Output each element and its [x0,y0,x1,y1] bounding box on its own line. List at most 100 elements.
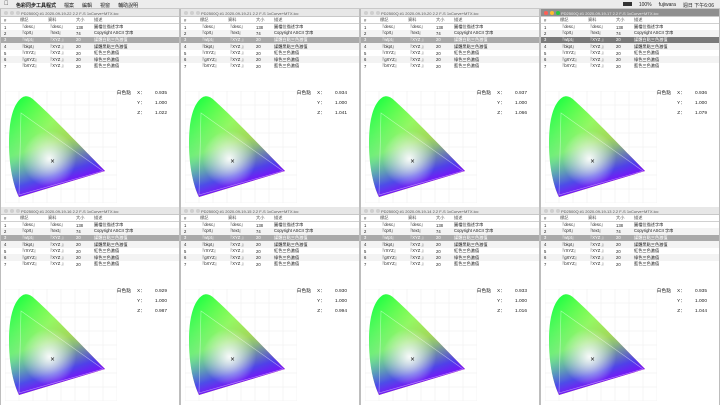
window-titlebar[interactable]: PD2500Q #1 2020-09-19-21 2.2 F-S 1xCurve… [181,9,359,17]
table-row[interactable]: 6 『gXYZ』 『XYZ 』 20 綠色三色激值 [1,56,179,64]
table-row[interactable]: 5 『rXYZ』 『XYZ 』 20 紅色三色激值 [1,50,179,57]
table-row[interactable]: 1 『desc』 『desc』 138 圖檔位描述字串 [361,222,539,229]
zoom-button[interactable] [376,11,380,15]
zoom-button[interactable] [16,11,20,15]
minimize-button[interactable] [190,11,194,15]
zoom-button[interactable] [16,209,20,213]
close-button[interactable] [544,209,548,213]
table-row[interactable]: 2 『cprt』 『text』 74 Copyright ASCII 字串 [361,30,539,37]
profile-window[interactable]: PD2500Q #1 2020-09-19-17 2.2 F-S 1xCurve… [540,9,720,207]
table-row[interactable]: 7 『bXYZ』 『XYZ 』 20 藍色三色激值 [541,63,719,70]
window-titlebar[interactable]: PD2500Q #1 2020-09-19-16 2.2 F-S 1xCurve… [1,207,179,215]
table-row[interactable]: 1 『desc』 『desc』 138 圖檔位描述字串 [1,24,179,31]
table-row[interactable]: 6 『gXYZ』 『XYZ 』 20 綠色三色激值 [361,56,539,64]
table-row[interactable]: 6 『gXYZ』 『XYZ 』 20 綠色三色激值 [1,254,179,262]
table-row[interactable]: 3 『wtpt』 『XYZ 』 20 媒體白點三色激值 [1,36,179,44]
table-row[interactable]: 3 『wtpt』 『XYZ 』 20 媒體白點三色激值 [181,234,359,242]
table-row[interactable]: 5 『rXYZ』 『XYZ 』 20 紅色三色激值 [361,50,539,57]
table-row[interactable]: 3 『wtpt』 『XYZ 』 20 媒體白點三色激值 [541,36,719,44]
menu-item-3[interactable]: 視窗 [100,2,110,9]
menu-item-4[interactable]: 輔助說明 [118,2,138,9]
table-row[interactable]: 3 『wtpt』 『XYZ 』 20 媒體白點三色激值 [361,234,539,242]
table-row[interactable]: 4 『bkpt』 『XYZ 』 20 媒體黑點三色激值 [181,43,359,50]
table-row[interactable]: 4 『bkpt』 『XYZ 』 20 媒體黑點三色激值 [181,241,359,248]
minimize-button[interactable] [370,11,374,15]
close-button[interactable] [364,11,368,15]
close-button[interactable] [4,209,8,213]
battery-icon[interactable] [622,2,632,9]
table-row[interactable]: 1 『desc』 『desc』 138 圖檔位描述字串 [181,24,359,31]
close-button[interactable] [544,11,548,15]
table-row[interactable]: 1 『desc』 『desc』 138 圖檔位描述字串 [181,222,359,229]
close-button[interactable] [184,11,188,15]
menu-item-0[interactable]: 色彩同步工具程式 [16,2,56,9]
apple-icon[interactable]:  [4,1,9,7]
table-row[interactable]: 2 『cprt』 『text』 74 Copyright ASCII 字串 [541,228,719,235]
minimize-button[interactable] [370,209,374,213]
table-row[interactable]: 2 『cprt』 『text』 74 Copyright ASCII 字串 [181,30,359,37]
table-row[interactable]: 5 『rXYZ』 『XYZ 』 20 紅色三色激值 [361,248,539,255]
table-row[interactable]: 4 『bkpt』 『XYZ 』 20 媒體黑點三色激值 [361,241,539,248]
table-row[interactable]: 6 『gXYZ』 『XYZ 』 20 綠色三色激值 [361,254,539,262]
table-row[interactable]: 2 『cprt』 『text』 74 Copyright ASCII 字串 [1,228,179,235]
table-row[interactable]: 6 『gXYZ』 『XYZ 』 20 綠色三色激值 [181,254,359,262]
minimize-button[interactable] [550,11,554,15]
table-row[interactable]: 4 『bkpt』 『XYZ 』 20 媒體黑點三色激值 [1,43,179,50]
table-row[interactable]: 1 『desc』 『desc』 138 圖檔位描述字串 [1,222,179,229]
minimize-button[interactable] [190,209,194,213]
menu-item-2[interactable]: 編輯 [82,2,92,9]
table-row[interactable]: 6 『gXYZ』 『XYZ 』 20 綠色三色激值 [541,56,719,64]
table-row[interactable]: 7 『bXYZ』 『XYZ 』 20 藍色三色激值 [541,261,719,268]
table-row[interactable]: 7 『bXYZ』 『XYZ 』 20 藍色三色激值 [1,261,179,268]
table-row[interactable]: 7 『bXYZ』 『XYZ 』 20 藍色三色激值 [361,63,539,70]
table-row[interactable]: 1 『desc』 『desc』 138 圖檔位描述字串 [541,24,719,31]
profile-window[interactable]: PD2500Q #1 2020-09-19-16 2.2 F-S 1xCurve… [0,207,180,405]
clock[interactable]: 週日 下午6:06 [683,2,714,9]
table-row[interactable]: 2 『cprt』 『text』 74 Copyright ASCII 字串 [361,228,539,235]
zoom-button[interactable] [556,11,560,15]
profile-window[interactable]: PD2500Q #1 2020-09-19-21 2.2 F-S 1xCurve… [180,9,360,207]
table-row[interactable]: 3 『wtpt』 『XYZ 』 20 媒體白點三色激值 [1,234,179,242]
table-row[interactable]: 2 『cprt』 『text』 74 Copyright ASCII 字串 [181,228,359,235]
zoom-button[interactable] [196,209,200,213]
table-row[interactable]: 4 『bkpt』 『XYZ 』 20 媒體黑點三色激值 [541,43,719,50]
table-row[interactable]: 2 『cprt』 『text』 74 Copyright ASCII 字串 [1,30,179,37]
table-row[interactable]: 5 『rXYZ』 『XYZ 』 20 紅色三色激值 [1,248,179,255]
window-titlebar[interactable]: PD2500Q #1 2020-09-19-22 2.2 F-S 1xCurve… [1,9,179,17]
zoom-button[interactable] [196,11,200,15]
close-button[interactable] [364,209,368,213]
table-row[interactable]: 6 『gXYZ』 『XYZ 』 20 綠色三色激值 [541,254,719,262]
table-row[interactable]: 7 『bXYZ』 『XYZ 』 20 藍色三色激值 [1,63,179,70]
table-row[interactable]: 1 『desc』 『desc』 138 圖檔位描述字串 [541,222,719,229]
table-row[interactable]: 5 『rXYZ』 『XYZ 』 20 紅色三色激值 [181,50,359,57]
table-row[interactable]: 5 『rXYZ』 『XYZ 』 20 紅色三色激值 [541,50,719,57]
window-titlebar[interactable]: PD2500Q #1 2020-09-19-14 2.2 F-S 1xCurve… [361,207,539,215]
minimize-button[interactable] [550,209,554,213]
table-row[interactable]: 7 『bXYZ』 『XYZ 』 20 藍色三色激值 [181,63,359,70]
profile-window[interactable]: PD2500Q #1 2020-09-19-14 2.2 F-S 1xCurve… [360,207,540,405]
close-button[interactable] [184,209,188,213]
close-button[interactable] [4,11,8,15]
table-row[interactable]: 7 『bXYZ』 『XYZ 』 20 藍色三色激值 [181,261,359,268]
window-titlebar[interactable]: PD2500Q #1 2020-09-19-15 2.2 F-S 1xCurve… [181,207,359,215]
profile-window[interactable]: PD2500Q #1 2020-09-19-22 2.2 F-S 1xCurve… [0,9,180,207]
table-row[interactable]: 7 『bXYZ』 『XYZ 』 20 藍色三色激值 [361,261,539,268]
table-row[interactable]: 1 『desc』 『desc』 138 圖檔位描述字串 [361,24,539,31]
zoom-button[interactable] [556,209,560,213]
table-row[interactable]: 4 『bkpt』 『XYZ 』 20 媒體黑點三色激值 [541,241,719,248]
profile-window[interactable]: PD2500Q #1 2020-09-19-15 2.2 F-S 1xCurve… [180,207,360,405]
zoom-button[interactable] [376,209,380,213]
profile-window[interactable]: PD2500Q #1 2020-09-19-13 2.2 F-S 1xCurve… [540,207,720,405]
table-row[interactable]: 3 『wtpt』 『XYZ 』 20 媒體白點三色激值 [541,234,719,242]
table-row[interactable]: 5 『rXYZ』 『XYZ 』 20 紅色三色激值 [181,248,359,255]
window-titlebar[interactable]: PD2500Q #1 2020-09-19-13 2.2 F-S 1xCurve… [541,207,719,215]
menu-item-1[interactable]: 檔案 [64,2,74,9]
table-row[interactable]: 4 『bkpt』 『XYZ 』 20 媒體黑點三色激值 [361,43,539,50]
table-row[interactable]: 2 『cprt』 『text』 74 Copyright ASCII 字串 [541,30,719,37]
window-titlebar[interactable]: PD2500Q #1 2020-09-19-20 2.2 F-S 1xCurve… [361,9,539,17]
table-row[interactable]: 5 『rXYZ』 『XYZ 』 20 紅色三色激值 [541,248,719,255]
window-titlebar[interactable]: PD2500Q #1 2020-09-19-17 2.2 F-S 1xCurve… [541,9,719,17]
profile-window[interactable]: PD2500Q #1 2020-09-19-20 2.2 F-S 1xCurve… [360,9,540,207]
minimize-button[interactable] [10,11,14,15]
table-row[interactable]: 3 『wtpt』 『XYZ 』 20 媒體白點三色激值 [361,36,539,44]
